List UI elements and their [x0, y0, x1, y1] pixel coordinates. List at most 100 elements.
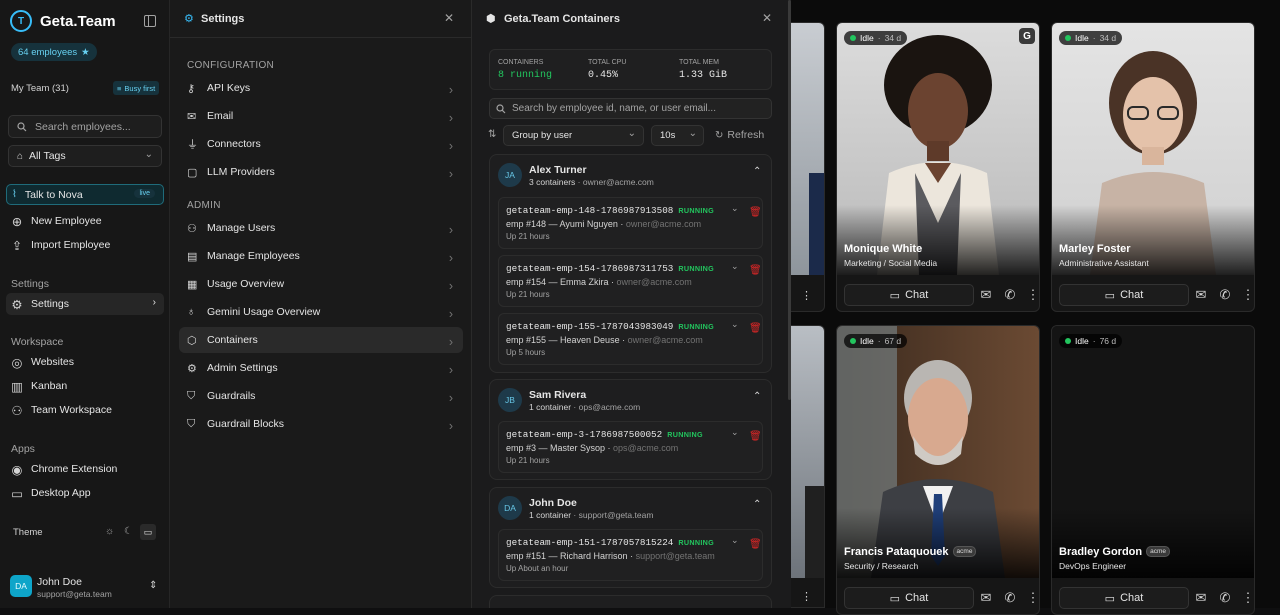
settings-item-llm-providers[interactable]: ▢ LLM Providers ›: [179, 159, 463, 185]
interval-label: 10s: [660, 130, 676, 141]
settings-item-admin-settings[interactable]: ⚙ Admin Settings ›: [179, 355, 463, 381]
phone-icon[interactable]: ✆: [1218, 287, 1232, 302]
settings-item-guardrails[interactable]: ⛉ Guardrails ›: [179, 383, 463, 409]
delete-container-icon[interactable]: 🗑: [749, 323, 762, 334]
status-label: Idle: [1075, 33, 1089, 43]
mail-icon[interactable]: ✉: [1194, 287, 1208, 302]
settings-item-gemini-usage-overview[interactable]: ♁ Gemini Usage Overview ›: [179, 299, 463, 325]
phone-icon[interactable]: ✆: [1218, 590, 1232, 605]
expand-container-icon[interactable]: ⌄: [731, 535, 739, 546]
collapse-group-icon[interactable]: ⌃: [753, 391, 761, 402]
bar-chart-icon: ▦: [187, 278, 198, 291]
idle-days: 76 d: [1099, 336, 1117, 346]
light-theme-icon[interactable]: ☼: [105, 526, 114, 537]
employee-card[interactable]: Idle · 34 d Marley Foster Administrative A…: [1051, 22, 1255, 312]
sidebar-item-kanban[interactable]: ▥ Kanban: [6, 375, 164, 397]
group-summary: 3 containers · owner@acme.com: [529, 177, 654, 187]
tag-badge: acme: [952, 546, 977, 557]
chrome-extension-label: Chrome Extension: [31, 463, 118, 475]
new-employee-link[interactable]: ⊕ New Employee: [6, 210, 164, 232]
chat-button[interactable]: ▭ Chat: [1059, 587, 1189, 609]
collapse-sidebar-icon[interactable]: [144, 15, 156, 27]
phone-icon[interactable]: ✆: [1003, 287, 1017, 302]
delete-container-icon[interactable]: 🗑: [749, 265, 762, 276]
interval-select[interactable]: 10s ⌄: [651, 125, 704, 146]
tags-label: All Tags: [29, 150, 66, 162]
tag-icon: ⌂: [17, 150, 24, 162]
stats-box: CONTAINERS 8 running TOTAL CPU 0.45% TOT…: [489, 49, 772, 90]
sidebar-item-websites[interactable]: ◎ Websites: [6, 351, 164, 373]
more-icon[interactable]: ⋮: [1241, 590, 1255, 605]
container-search-input[interactable]: Search by employee id, name, or user ema…: [489, 98, 772, 119]
workspace-section-label: Workspace: [11, 336, 64, 348]
chat-button[interactable]: ▭ Chat: [844, 284, 974, 306]
container-id: getateam-emp-154-1786987311753: [506, 263, 674, 274]
more-icon[interactable]: ⋮: [1026, 287, 1040, 302]
user-menu-chevron-icon[interactable]: ⇕: [149, 580, 157, 591]
settings-item-usage-overview[interactable]: ▦ Usage Overview ›: [179, 271, 463, 297]
settings-item-containers[interactable]: ⬡ Containers ›: [179, 327, 463, 353]
delete-container-icon[interactable]: 🗑: [749, 539, 762, 550]
settings-item-email[interactable]: ✉ Email ›: [179, 103, 463, 129]
talk-to-nova-button[interactable]: ⌇ Talk to Nova live: [6, 184, 164, 205]
employee-card[interactable]: Idle · 34 d G Monique White Marketing / So…: [836, 22, 1040, 312]
container-row[interactable]: getateam-emp-151-1787057815224 RUNNING em…: [498, 529, 763, 581]
chat-button[interactable]: ▭ Chat: [844, 587, 974, 609]
settings-item-manage-employees[interactable]: ▤ Manage Employees ›: [179, 243, 463, 269]
collapse-group-icon[interactable]: ⌃: [753, 499, 761, 510]
phone-icon[interactable]: ✆: [1003, 590, 1017, 605]
container-row[interactable]: getateam-emp-155-1787043983049 RUNNING em…: [498, 313, 763, 365]
manage-employees-label: Manage Employees: [207, 250, 300, 262]
employees-badge[interactable]: 64 employees ★: [11, 43, 97, 61]
settings-item-guardrail-blocks[interactable]: ⛉ Guardrail Blocks ›: [179, 411, 463, 437]
close-settings-icon[interactable]: ✕: [444, 11, 454, 25]
import-employee-link[interactable]: ⇪ Import Employee: [6, 234, 164, 256]
settings-item-api-keys[interactable]: ⚷ API Keys ›: [179, 75, 463, 101]
employee-card[interactable]: Idle · 67 d Francis Pataquouek acme Securit…: [836, 325, 1040, 615]
container-row[interactable]: getateam-emp-154-1786987311753 RUNNING em…: [498, 255, 763, 307]
busy-first-button[interactable]: ≡ Busy first: [113, 81, 160, 95]
sidebar-item-chrome-extension[interactable]: ◉ Chrome Extension: [6, 458, 164, 480]
sidebar-item-desktop-app[interactable]: ▭ Desktop App: [6, 482, 164, 504]
sort-icon[interactable]: ⇅: [488, 129, 496, 140]
settings-item-connectors[interactable]: ⏚ Connectors ›: [179, 131, 463, 157]
mail-icon[interactable]: ✉: [979, 287, 993, 302]
container-row[interactable]: getateam-emp-3-1786987500052 RUNNING emp …: [498, 421, 763, 473]
collapse-group-icon[interactable]: ⌃: [753, 166, 761, 177]
container-row[interactable]: getateam-emp-148-1786987913508 RUNNING em…: [498, 197, 763, 249]
containers-stat-value: 8 running: [498, 70, 553, 81]
mail-icon[interactable]: ✉: [979, 590, 993, 605]
employee-card[interactable]: Idle · 76 d Bradley Gordon acme DevOps Engi…: [1051, 325, 1255, 615]
group-by-select[interactable]: Group by user ⌄: [503, 125, 644, 146]
dark-theme-icon[interactable]: ☾: [124, 526, 133, 537]
more-icon[interactable]: ⋮: [801, 289, 812, 302]
more-icon[interactable]: ⋮: [1026, 590, 1040, 605]
employee-search-input[interactable]: Search employees...: [8, 115, 162, 138]
container-id-line: getateam-emp-3-1786987500052 RUNNING: [506, 429, 703, 440]
expand-container-icon[interactable]: ⌄: [731, 427, 739, 438]
more-icon[interactable]: ⋮: [1241, 287, 1255, 302]
mail-icon[interactable]: ✉: [1194, 590, 1208, 605]
close-containers-icon[interactable]: ✕: [762, 11, 772, 25]
sidebar-item-settings[interactable]: ⚙ Settings ›: [6, 293, 164, 315]
chat-button[interactable]: ▭ Chat: [1059, 284, 1189, 306]
expand-container-icon[interactable]: ⌄: [731, 319, 739, 330]
more-icon[interactable]: ⋮: [801, 590, 812, 603]
chat-label: Chat: [905, 289, 929, 301]
status-dot-icon: [850, 35, 856, 41]
system-theme-icon[interactable]: ▭: [140, 524, 156, 540]
expand-container-icon[interactable]: ⌄: [731, 203, 739, 214]
chat-icon: ▭: [1104, 592, 1116, 605]
settings-item-manage-users[interactable]: ⚇ Manage Users ›: [179, 215, 463, 241]
tags-select[interactable]: ⌂ All Tags ⌄: [8, 145, 162, 167]
websites-label: Websites: [31, 356, 74, 368]
container-employee: emp #151 — Richard Harrison · support@ge…: [506, 551, 715, 561]
delete-container-icon[interactable]: 🗑: [749, 207, 762, 218]
expand-container-icon[interactable]: ⌄: [731, 261, 739, 272]
delete-container-icon[interactable]: 🗑: [749, 431, 762, 442]
sidebar-item-team-workspace[interactable]: ⚇ Team Workspace: [6, 399, 164, 421]
status-badge: Idle · 76 d: [1059, 334, 1123, 348]
user-avatar[interactable]: DA: [10, 575, 32, 597]
refresh-button[interactable]: ↻ Refresh: [715, 129, 764, 141]
containers-label: Containers: [207, 334, 258, 346]
